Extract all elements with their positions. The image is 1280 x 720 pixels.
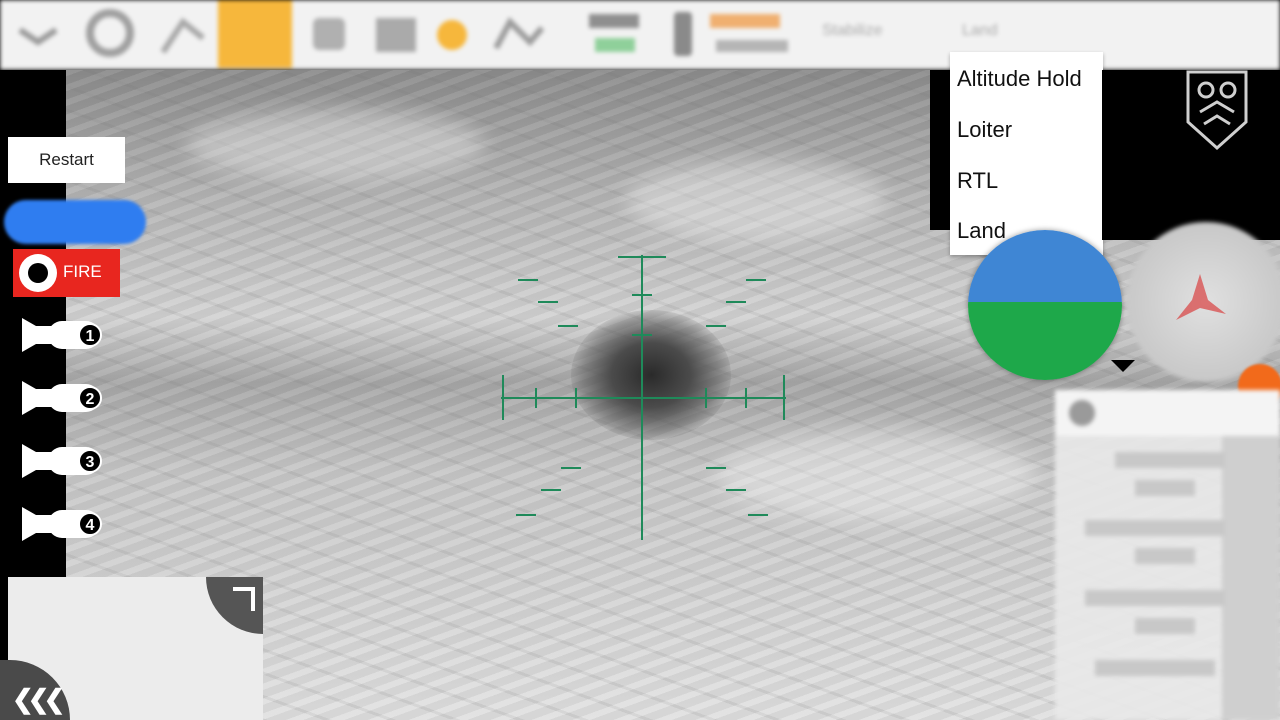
attitude-sky	[968, 230, 1122, 302]
gps-icon	[589, 14, 639, 52]
telemetry-row	[1095, 660, 1215, 676]
bomb-4-label: 4	[86, 517, 95, 534]
telemetry-row	[1085, 590, 1225, 606]
bomb-3-button[interactable]: 3	[18, 438, 114, 484]
menu-icon[interactable]	[14, 8, 62, 58]
bomb-3-label: 3	[86, 454, 95, 471]
fire-button[interactable]: FIRE	[13, 249, 120, 297]
attitude-indicator	[968, 230, 1122, 380]
bomb-4-button[interactable]: 4	[18, 501, 114, 547]
pitch-down-arrow-icon	[1111, 360, 1135, 372]
bomb-2-label: 2	[86, 391, 95, 408]
flight-mode-menu: Altitude Hold Loiter RTL Land	[950, 52, 1103, 255]
telemetry-row	[1115, 452, 1225, 468]
plan-icon[interactable]	[155, 8, 211, 58]
land-dropdown[interactable]: Land	[962, 22, 998, 40]
flight-mode-dropdown[interactable]: Stabilize	[822, 22, 882, 40]
camera-icon[interactable]	[305, 8, 353, 58]
mode-item-altitude-hold[interactable]: Altitude Hold	[957, 66, 1082, 92]
signal-icon	[493, 17, 545, 50]
bomb-1-label: 1	[86, 328, 95, 345]
telemetry-side-strip	[1222, 436, 1280, 720]
active-tool-highlight[interactable]	[218, 0, 292, 68]
attitude-ground	[968, 302, 1122, 380]
heading-marker-icon	[1176, 274, 1226, 320]
unit-emblem-icon	[1186, 70, 1248, 151]
fire-target-icon	[19, 254, 57, 292]
telemetry-summary-icon	[710, 14, 788, 52]
mode-item-loiter[interactable]: Loiter	[957, 117, 1012, 143]
telemetry-row	[1135, 480, 1195, 496]
status-dot-icon	[437, 20, 467, 50]
map-icon[interactable]	[370, 8, 422, 58]
telemetry-row	[1135, 618, 1195, 634]
double-chevron-left-icon: ❮❮❮	[12, 684, 65, 714]
telemetry-row	[1085, 520, 1225, 536]
pitch-up-arrow-icon	[1111, 228, 1135, 240]
bomb-2-button[interactable]: 2	[18, 375, 114, 421]
battery-icon	[674, 12, 692, 56]
mode-item-rtl[interactable]: RTL	[957, 168, 998, 194]
restart-button[interactable]: Restart	[8, 137, 125, 183]
telemetry-header-icon	[1069, 400, 1095, 426]
bomb-1-button[interactable]: 1	[18, 312, 114, 358]
fire-label: FIRE	[63, 262, 102, 281]
telemetry-row	[1135, 548, 1195, 564]
telemetry-panel	[1055, 390, 1280, 720]
settings-gear-icon[interactable]	[82, 8, 138, 58]
arm-button[interactable]	[4, 200, 146, 244]
corner-arrow-icon	[233, 587, 255, 611]
